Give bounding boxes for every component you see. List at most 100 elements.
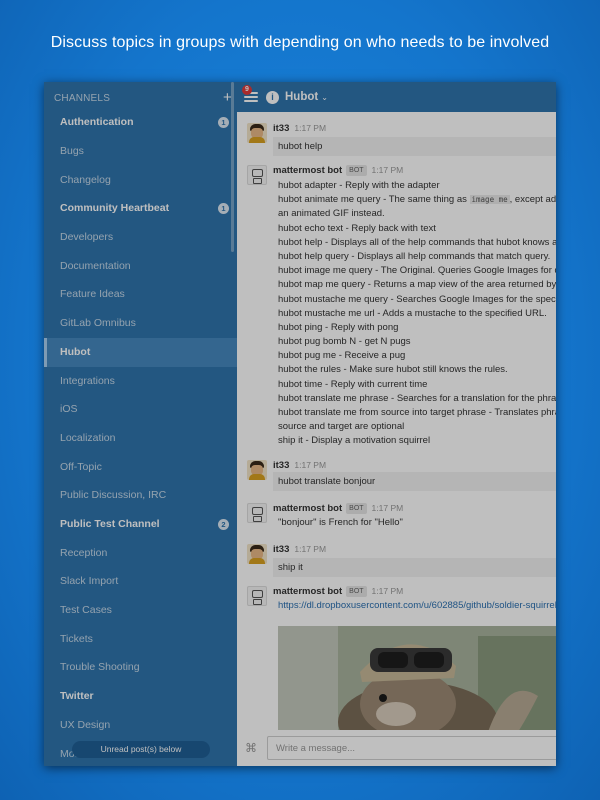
sidebar-item-off-topic[interactable]: Off-Topic bbox=[44, 453, 237, 482]
inline-code: image me bbox=[469, 195, 510, 205]
sidebar-item-reception[interactable]: Reception bbox=[44, 539, 237, 568]
message-text: hubot translate bonjour bbox=[273, 472, 556, 491]
sidebar-item-authentication[interactable]: Authentication 1 bbox=[44, 108, 237, 137]
soldier-squirrel-image[interactable] bbox=[278, 626, 556, 730]
help-line: hubot ping - Reply with pong bbox=[278, 321, 399, 333]
sidebar-item-developers[interactable]: Developers bbox=[44, 223, 237, 252]
bot-avatar[interactable] bbox=[247, 503, 267, 523]
sidebar-item-feature-ideas[interactable]: Feature Ideas bbox=[44, 280, 237, 309]
bot-tag: BOT bbox=[346, 503, 367, 514]
info-icon[interactable]: i bbox=[266, 91, 279, 104]
sidebar-item-slack-import[interactable]: Slack Import bbox=[44, 567, 237, 596]
message-time[interactable]: 1:17 PM bbox=[294, 123, 326, 133]
sidebar: CHANNELS + Authentication 1 Bugs Changelo… bbox=[44, 82, 237, 766]
sidebar-item-trouble-shooting[interactable]: Trouble Shooting bbox=[44, 653, 237, 682]
help-line: hubot animate me query - The same thing … bbox=[278, 193, 556, 207]
sidebar-item-label: Integrations bbox=[60, 375, 115, 387]
bot-tag: BOT bbox=[346, 165, 367, 176]
main-panel: 9 i Hubot ⌄ it33 1:17 PM hubot help matter… bbox=[237, 82, 556, 766]
message-time[interactable]: 1:17 PM bbox=[372, 586, 404, 596]
sidebar-item-integrations[interactable]: Integrations bbox=[44, 367, 237, 396]
unread-badge: 1 bbox=[218, 117, 229, 128]
sidebar-item-label: Off-Topic bbox=[60, 461, 102, 473]
sidebar-item-label: Bugs bbox=[60, 145, 84, 157]
user-avatar[interactable] bbox=[247, 123, 267, 143]
sidebar-item-label: Twitter bbox=[60, 690, 94, 702]
bot-avatar[interactable] bbox=[247, 165, 267, 185]
message-time[interactable]: 1:17 PM bbox=[294, 460, 326, 470]
author-name[interactable]: mattermost bot bbox=[273, 586, 342, 597]
channel-header: 9 i Hubot ⌄ bbox=[237, 82, 556, 112]
channel-title[interactable]: Hubot ⌄ bbox=[285, 91, 328, 103]
sidebar-item-documentation[interactable]: Documentation bbox=[44, 252, 237, 281]
help-line: hubot pug bomb N - get N pugs bbox=[278, 336, 411, 348]
message-time[interactable]: 1:17 PM bbox=[372, 503, 404, 513]
help-command-list: hubot adapter - Reply with the adapter h… bbox=[278, 179, 556, 449]
message-author-line: mattermost bot BOT 1:17 PM bbox=[273, 586, 403, 597]
help-line: hubot map me query - Returns a map view … bbox=[278, 278, 556, 292]
help-line: hubot pug me - Receive a pug bbox=[278, 350, 406, 362]
message-author-line: it33 1:17 PM bbox=[273, 544, 326, 555]
message-author-line: it33 1:17 PM bbox=[273, 460, 326, 471]
app-window: CHANNELS + Authentication 1 Bugs Changelo… bbox=[44, 82, 556, 766]
help-line: hubot echo text - Reply back with text bbox=[278, 222, 436, 234]
help-line: hubot help - Displays all of the help co… bbox=[278, 236, 556, 248]
author-name[interactable]: it33 bbox=[273, 123, 289, 134]
help-line: hubot adapter - Reply with the adapter bbox=[278, 180, 440, 191]
sidebar-item-public-discussion-irc[interactable]: Public Discussion, IRC bbox=[44, 481, 237, 510]
sidebar-item-test-cases[interactable]: Test Cases bbox=[44, 596, 237, 625]
sidebar-item-label: Community Heartbeat bbox=[60, 202, 170, 214]
author-name[interactable]: mattermost bot bbox=[273, 503, 342, 514]
sidebar-item-ios[interactable]: iOS bbox=[44, 395, 237, 424]
message-text: "bonjour" is French for "Hello" bbox=[278, 517, 403, 528]
sidebar-item-gitlab-omnibus[interactable]: GitLab Omnibus bbox=[44, 309, 237, 338]
message-time[interactable]: 1:17 PM bbox=[294, 544, 326, 554]
help-line: hubot image me query - The Original. Que… bbox=[278, 265, 556, 277]
author-name[interactable]: it33 bbox=[273, 460, 289, 471]
help-line: hubot translate me phrase - Searches for… bbox=[278, 392, 556, 404]
author-name[interactable]: it33 bbox=[273, 544, 289, 555]
sidebar-item-localization[interactable]: Localization bbox=[44, 424, 237, 453]
sidebar-item-label: Test Cases bbox=[60, 604, 112, 616]
sidebar-item-label: GitLab Omnibus bbox=[60, 317, 136, 329]
sidebar-item-twitter[interactable]: Twitter bbox=[44, 682, 237, 711]
sidebar-item-label: Authentication bbox=[60, 116, 134, 128]
sidebar-item-label: UX Design bbox=[60, 719, 111, 731]
sidebar-item-community-heartbeat[interactable]: Community Heartbeat 1 bbox=[44, 194, 237, 223]
unread-posts-below-button[interactable]: Unread post(s) below bbox=[72, 741, 210, 758]
sidebar-item-label: Feature Ideas bbox=[60, 288, 125, 300]
help-line: hubot help query - Displays all help com… bbox=[278, 250, 551, 262]
help-line-text: hubot map me query - Returns a map view … bbox=[278, 279, 556, 291]
sidebar-item-label: Tickets bbox=[60, 633, 93, 645]
user-avatar[interactable] bbox=[247, 544, 267, 564]
user-avatar[interactable] bbox=[247, 460, 267, 480]
message-author-line: mattermost bot BOT 1:17 PM bbox=[273, 165, 403, 176]
message-author-line: it33 1:17 PM bbox=[273, 123, 326, 134]
message-time[interactable]: 1:17 PM bbox=[372, 165, 404, 175]
help-line: hubot mustache me url - Adds a mustache … bbox=[278, 307, 547, 319]
author-name[interactable]: mattermost bot bbox=[273, 165, 342, 176]
chevron-down-icon: ⌄ bbox=[321, 93, 328, 102]
message-text: ship it bbox=[273, 558, 556, 577]
squirrel-illustration bbox=[278, 626, 556, 730]
sidebar-item-bugs[interactable]: Bugs bbox=[44, 137, 237, 166]
bot-avatar[interactable] bbox=[247, 586, 267, 606]
message-list[interactable]: it33 1:17 PM hubot help mattermost bot BOT… bbox=[237, 112, 556, 730]
image-preview-wrapper bbox=[237, 626, 556, 730]
sidebar-item-hubot[interactable]: Hubot bbox=[44, 338, 237, 367]
message-author-line: mattermost bot BOT 1:17 PM bbox=[273, 503, 403, 514]
sidebar-item-public-test-channel[interactable]: Public Test Channel 2 bbox=[44, 510, 237, 539]
message-body: "bonjour" is French for "Hello" bbox=[278, 516, 556, 530]
help-line-text: hubot animate me query - The same thing … bbox=[278, 194, 470, 206]
sidebar-item-changelog[interactable]: Changelog bbox=[44, 166, 237, 195]
paperclip-icon[interactable]: ⌘ bbox=[245, 741, 257, 755]
message-input[interactable] bbox=[267, 736, 556, 760]
sidebar-item-tickets[interactable]: Tickets bbox=[44, 625, 237, 654]
help-line: source and target are optional bbox=[278, 421, 405, 433]
help-line: an animated GIF instead. bbox=[278, 208, 385, 220]
unread-badge: 1 bbox=[218, 203, 229, 214]
sidebar-item-label: Slack Import bbox=[60, 575, 119, 587]
sidebar-item-ux-design[interactable]: UX Design bbox=[44, 711, 237, 740]
message-link[interactable]: https://dl.dropboxusercontent.com/u/6028… bbox=[278, 599, 556, 613]
message-text: hubot help bbox=[273, 137, 556, 156]
